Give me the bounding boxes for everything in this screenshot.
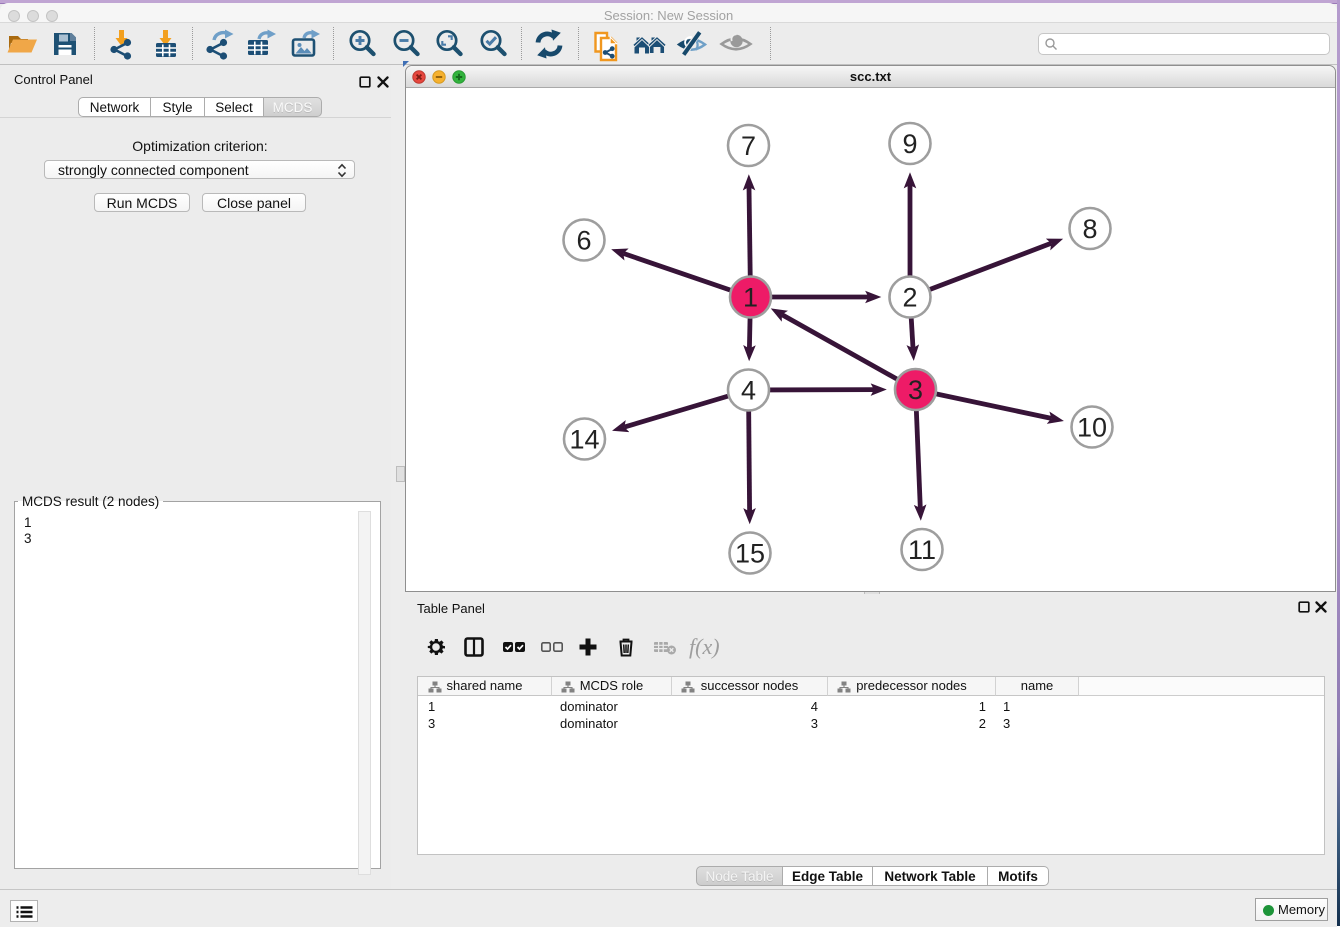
svg-text:9: 9	[902, 129, 917, 159]
svg-text:1: 1	[743, 283, 758, 313]
svg-text:4: 4	[741, 376, 756, 406]
svg-text:8: 8	[1082, 214, 1097, 244]
svg-text:11: 11	[908, 535, 936, 565]
svg-text:14: 14	[569, 425, 599, 455]
svg-text:6: 6	[576, 226, 591, 256]
svg-text:15: 15	[735, 539, 765, 569]
svg-text:2: 2	[902, 283, 917, 313]
svg-text:7: 7	[741, 131, 756, 161]
svg-text:3: 3	[908, 375, 923, 405]
svg-text:10: 10	[1077, 413, 1107, 443]
